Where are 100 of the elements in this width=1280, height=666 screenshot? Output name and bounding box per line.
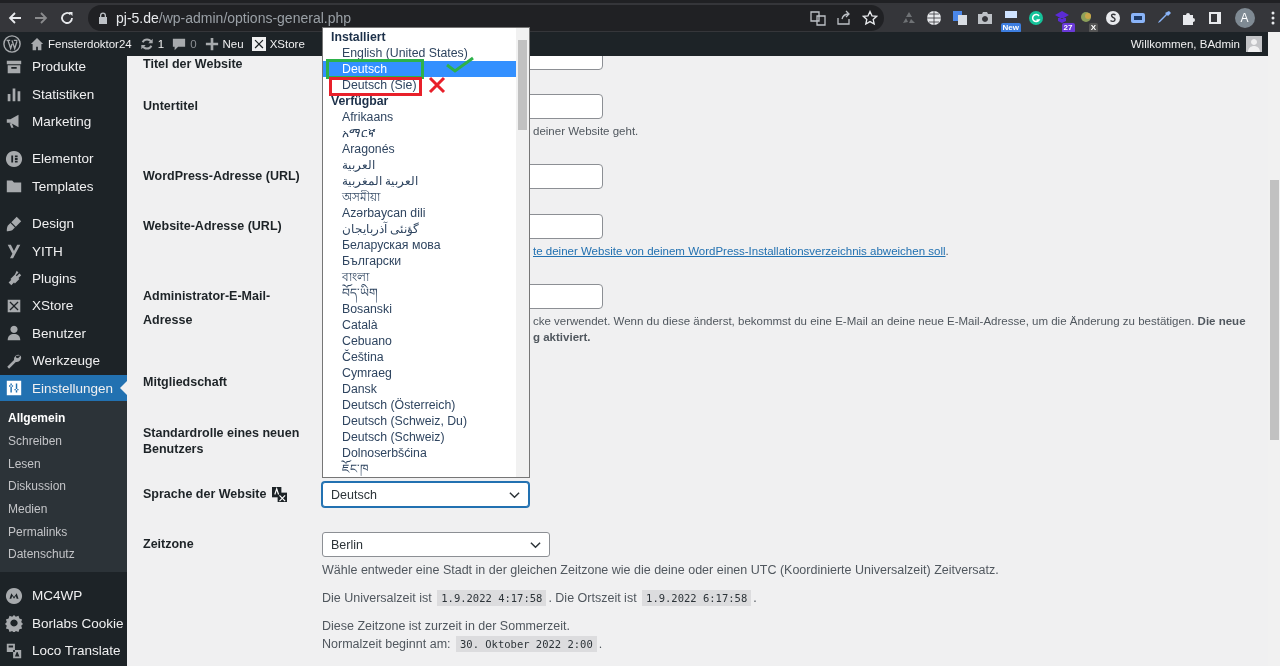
dropdown-option[interactable]: Afrikaans bbox=[323, 109, 516, 125]
sidebar-item[interactable]: Marketing bbox=[0, 107, 127, 136]
g-circle-icon[interactable] bbox=[1028, 9, 1045, 26]
dropdown-option[interactable]: བོད་ཡིག bbox=[323, 285, 516, 301]
sidebar-item[interactable]: MC4WP bbox=[0, 582, 127, 610]
profile-avatar[interactable]: A bbox=[1234, 7, 1255, 28]
description-text: . bbox=[945, 245, 949, 257]
site-name-link[interactable]: Fensterdoktor24 bbox=[48, 38, 132, 50]
sidebar-item[interactable]: XStore bbox=[0, 292, 127, 320]
field-label: Website-Adresse (URL) bbox=[143, 218, 282, 235]
field-label: WordPress-Adresse (URL) bbox=[143, 168, 300, 185]
sidebar-item[interactable]: Templates bbox=[0, 172, 127, 200]
dropdown-option[interactable]: العربية bbox=[323, 157, 516, 173]
dropdown-option[interactable]: Беларуская мова bbox=[323, 237, 516, 253]
xstore-link[interactable]: XStore bbox=[269, 38, 305, 50]
greeting-link[interactable]: Willkommen, BAdmin bbox=[1130, 38, 1240, 50]
brush-icon bbox=[5, 214, 23, 233]
dropper-icon[interactable] bbox=[1155, 9, 1172, 26]
dropdown-option[interactable]: Deutsch (Schweiz, Du) bbox=[323, 413, 516, 429]
sidebar-item[interactable]: YITH bbox=[0, 237, 127, 265]
dropdown-option[interactable]: Deutsch (Schweiz) bbox=[323, 429, 516, 445]
globe-icon[interactable] bbox=[926, 9, 943, 26]
scrollbar[interactable] bbox=[516, 28, 529, 477]
dropdown-option[interactable]: Dansk bbox=[323, 381, 516, 397]
update-count[interactable]: 1 bbox=[157, 38, 165, 50]
group-heading: Installiert bbox=[330, 29, 387, 45]
submenu-item[interactable]: Diskussion bbox=[0, 475, 127, 499]
field-label: Sprache der Website bbox=[143, 486, 267, 503]
field-label: Standardrolle eines neuen Benutzers bbox=[143, 425, 301, 457]
dropdown-option[interactable]: বাংলা bbox=[323, 269, 516, 285]
group-heading: Verfügbar bbox=[330, 93, 390, 109]
dropdown-option[interactable]: Čeština bbox=[323, 349, 516, 365]
share-icon[interactable] bbox=[836, 9, 852, 26]
dropdown-option[interactable]: Cymraeg bbox=[323, 365, 516, 381]
comment-icon[interactable] bbox=[172, 37, 187, 51]
sidebar-item[interactable]: Produkte bbox=[0, 56, 127, 81]
submenu-item[interactable]: Permalinks bbox=[0, 520, 127, 544]
sidebar-item[interactable]: Borlabs Cookie bbox=[0, 609, 127, 637]
dropdown-option[interactable]: Azərbaycan dili bbox=[323, 205, 516, 221]
person-icon bbox=[5, 324, 23, 343]
translate-icon bbox=[5, 641, 23, 660]
wordpress-logo-icon[interactable] bbox=[3, 35, 21, 53]
dropdown-option[interactable]: Aragonés bbox=[323, 141, 516, 157]
submenu-item[interactable]: Allgemein bbox=[0, 407, 127, 430]
dropdown-option[interactable]: Cebuano bbox=[323, 333, 516, 349]
url-text: pj-5.de/wp-admin/options-general.php bbox=[116, 9, 352, 26]
chevron-down-icon bbox=[509, 490, 520, 499]
back-icon[interactable] bbox=[7, 9, 23, 26]
camera-icon[interactable] bbox=[977, 9, 994, 26]
sidebar-item[interactable]: Werkzeuge bbox=[0, 346, 127, 375]
dropdown-option[interactable]: Català bbox=[323, 317, 516, 333]
comment-count[interactable]: 0 bbox=[190, 38, 197, 50]
dropdown-option[interactable]: ཇོང་ཁ bbox=[323, 461, 516, 477]
new-link[interactable]: Neu bbox=[222, 38, 244, 50]
field-label: Zeitzone bbox=[143, 536, 194, 553]
submenu-item[interactable]: Lesen bbox=[0, 452, 127, 476]
menu-icon[interactable] bbox=[1270, 9, 1275, 26]
description-text: g aktiviert. bbox=[533, 330, 592, 345]
dropdown-option[interactable]: Deutsch (Österreich) bbox=[323, 397, 516, 413]
description-text: Normalzeit beginnt am: 30. Oktober 2022 2:00 . bbox=[322, 635, 604, 653]
badge: X bbox=[1088, 22, 1098, 33]
circle-letter-icon bbox=[5, 149, 23, 168]
translate-icon[interactable] bbox=[951, 9, 968, 26]
side-panel-icon[interactable] bbox=[1206, 9, 1223, 26]
star-icon[interactable] bbox=[862, 9, 878, 26]
cross-icon bbox=[428, 76, 446, 94]
sidebar-item[interactable]: Design bbox=[0, 209, 127, 238]
s-circle-icon[interactable] bbox=[1104, 9, 1121, 26]
description-text: Diese Zeitzone ist zurzeit in der Sommerzeit. bbox=[322, 618, 571, 635]
dropdown-option[interactable]: English (United States) bbox=[323, 45, 516, 61]
gear-icon bbox=[5, 614, 23, 633]
dropdown-option[interactable]: گؤنئی آذربایجان bbox=[323, 221, 516, 237]
home-icon[interactable] bbox=[30, 37, 44, 51]
dropdown-option[interactable]: العربية المغربية bbox=[323, 173, 516, 189]
timezone-select[interactable]: Berlin bbox=[322, 532, 550, 557]
forward-icon[interactable] bbox=[33, 9, 49, 26]
address-bar[interactable]: pj-5.de/wp-admin/options-general.php bbox=[88, 4, 884, 31]
field-label: Titel der Website bbox=[143, 56, 243, 73]
submenu-item[interactable]: Datenschutz bbox=[0, 543, 127, 567]
sidebar-item[interactable]: Statistiken bbox=[0, 80, 127, 108]
language-select[interactable]: Deutsch bbox=[322, 482, 529, 507]
sidebar-item[interactable]: Plugins bbox=[0, 264, 127, 293]
plus-icon[interactable] bbox=[204, 37, 219, 51]
sidebar-item[interactable]: Einstellungen bbox=[0, 375, 127, 402]
dropdown-option[interactable]: Deutsch (Sie) bbox=[323, 77, 516, 93]
sidebar-item[interactable]: Benutzer bbox=[0, 319, 127, 347]
refresh-icon[interactable] bbox=[139, 37, 154, 51]
sidebar-item[interactable]: Loco Translate bbox=[0, 636, 127, 665]
submenu-item[interactable]: Medien bbox=[0, 498, 127, 521]
sidebar-item[interactable]: Elementor bbox=[0, 145, 127, 173]
reload-icon[interactable] bbox=[59, 9, 75, 26]
link[interactable]: te deiner Website von deinem WordPress-Installationsverzeichnis abweichen soll bbox=[533, 245, 946, 257]
dropdown-option[interactable]: Български bbox=[323, 253, 516, 269]
submenu-item[interactable]: Schreiben bbox=[0, 430, 127, 453]
description-text: cke verwendet. Wenn du diese änderst, bekommst du eine E-Mail an deine neue E-Mail-Adresse, um die Änderung zu bestätigen. Die neue bbox=[533, 314, 1247, 329]
translate-icon[interactable] bbox=[810, 9, 826, 26]
badge: 27 bbox=[1061, 22, 1075, 33]
dropdown-option[interactable]: Dolnoserbšćina bbox=[323, 445, 516, 461]
dropdown-option[interactable]: অসমীয়া bbox=[323, 189, 516, 205]
dropdown-option[interactable]: አማርኛ bbox=[323, 125, 516, 141]
